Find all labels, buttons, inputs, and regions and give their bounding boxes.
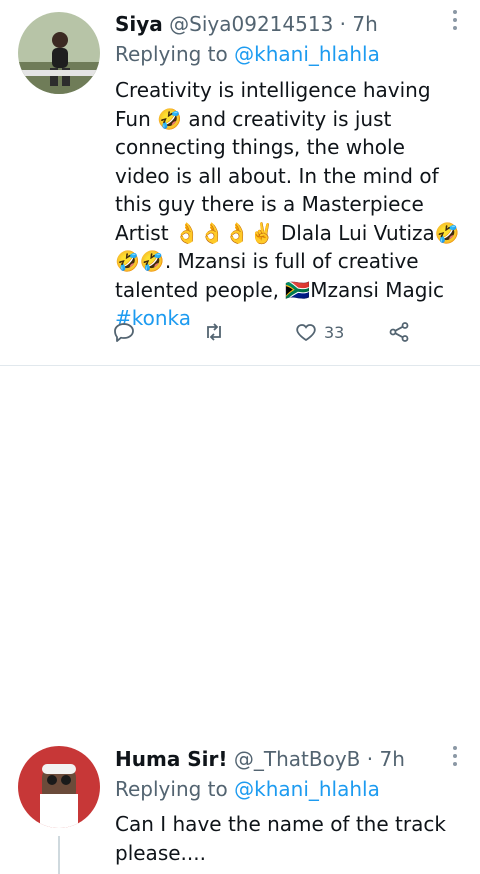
tweet-text: Can I have the name of the track please.… <box>115 812 446 865</box>
reply-button[interactable] <box>112 316 136 348</box>
south-africa-flag-emoji: 🇿🇦 <box>285 277 311 302</box>
like-button[interactable]: 33 <box>294 316 344 348</box>
avatar[interactable] <box>18 12 100 94</box>
tweet-card-huma-sir[interactable]: Huma Sir! @_ThatBoyB · 7h Replying to @k… <box>0 366 480 874</box>
username[interactable]: @Siya09214513 <box>169 12 333 36</box>
tweet-actions: 33 <box>112 316 422 348</box>
tweet-header: Siya @Siya09214513 · 7h <box>115 12 430 36</box>
replying-prefix: Replying to <box>115 777 235 801</box>
share-button[interactable] <box>387 316 411 348</box>
timestamp[interactable]: 7h <box>352 12 377 36</box>
tweet-text-part: Mzansi Magic <box>310 277 445 302</box>
thread-connector <box>58 836 60 874</box>
replying-handle-link[interactable]: @khani_hlahla <box>234 42 380 66</box>
like-count: 33 <box>324 322 345 342</box>
retweet-icon <box>207 323 221 341</box>
replying-prefix: Replying to <box>115 42 235 66</box>
more-icon[interactable] <box>450 746 460 770</box>
tweet-header: Huma Sir! @_ThatBoyB · 7h <box>115 747 430 771</box>
like-icon <box>296 324 316 342</box>
display-name[interactable]: Huma Sir! <box>115 747 228 771</box>
avatar[interactable] <box>18 746 100 828</box>
separator: · <box>333 12 353 36</box>
replying-to: Replying to @khani_hlahla <box>115 42 380 66</box>
laughing-emoji: 🤣 <box>157 106 183 131</box>
replying-to: Replying to @khani_hlahla <box>115 777 380 801</box>
retweet-button[interactable] <box>202 316 226 348</box>
display-name[interactable]: Siya <box>115 12 163 36</box>
hand-emojis: 👌👌👌✌️ <box>174 220 275 245</box>
separator: · <box>360 747 380 771</box>
replying-handle-link[interactable]: @khani_hlahla <box>234 777 380 801</box>
more-icon[interactable] <box>450 10 460 34</box>
tweet-text: Creativity is intelligence having Fun 🤣 … <box>115 76 460 333</box>
username[interactable]: @_ThatBoyB <box>234 747 361 771</box>
timestamp[interactable]: 7h <box>379 747 404 771</box>
tweet-text-part: Dlala Lui Vutiza <box>274 220 435 245</box>
share-icon <box>389 322 409 342</box>
reply-icon <box>114 323 134 342</box>
tweet-card-siya[interactable]: Siya @Siya09214513 · 7h Replying to @kha… <box>0 0 480 366</box>
